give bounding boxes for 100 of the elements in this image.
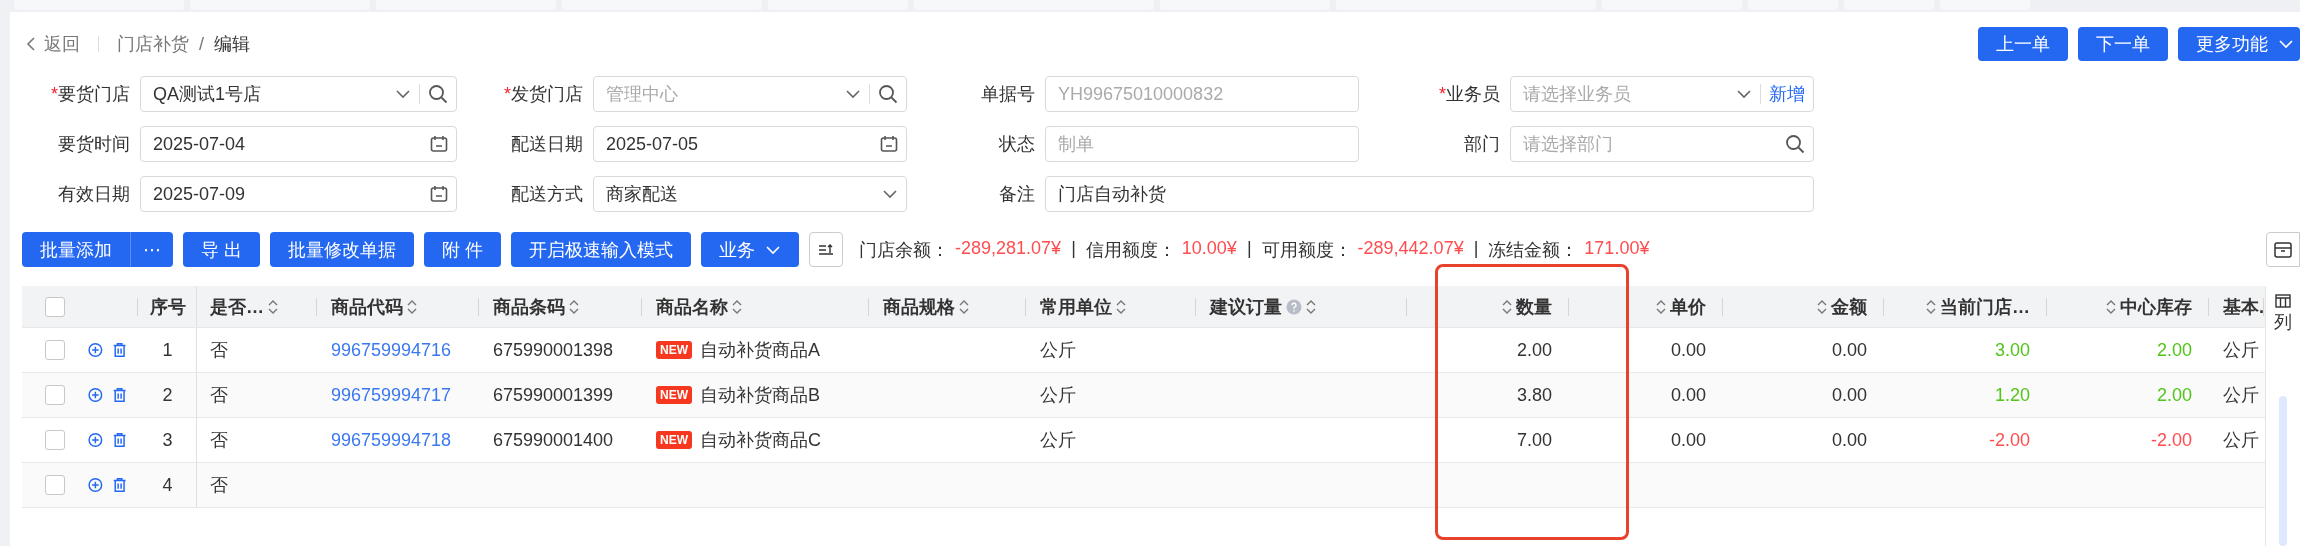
table-cell-text: 否 xyxy=(210,429,228,452)
breadcrumb-current: 编辑 xyxy=(214,33,250,56)
column-header[interactable]: 是否… xyxy=(210,294,264,319)
table-cell-text: 公斤 xyxy=(1040,429,1076,452)
column-header[interactable]: 商品条码 xyxy=(493,294,565,319)
table-cell: 4 xyxy=(162,474,173,496)
dropdown-button[interactable]: 业务 xyxy=(701,232,800,267)
toolbar-button[interactable]: 批量修改单据 xyxy=(270,232,414,267)
search-field[interactable]: 请选择部门 xyxy=(1510,126,1814,162)
input-field[interactable]: 门店自动补货 xyxy=(1045,176,1814,212)
select-field[interactable]: QA测试1号店 xyxy=(140,76,457,112)
table-cell: 0.00 xyxy=(1670,429,1706,451)
nav-button[interactable]: 上一单 xyxy=(1978,27,2068,61)
table-cell-text: 公斤 xyxy=(1040,384,1076,407)
new-badge: NEW xyxy=(656,386,692,404)
summary-value: 10.00¥ xyxy=(1181,237,1237,260)
more-functions-button[interactable]: 更多功能 xyxy=(2178,27,2300,61)
table-cell: 2 xyxy=(162,384,173,406)
table-cell: 1.20 xyxy=(1994,384,2030,406)
field-label: 配送方式 xyxy=(511,183,583,206)
column-header: 序号 xyxy=(149,295,186,319)
text-input[interactable]: 管理中心 xyxy=(606,83,837,105)
text-input[interactable]: 请选择业务员 xyxy=(1523,83,1728,105)
field-label: 备注 xyxy=(999,183,1035,206)
table-cell: -2.00 xyxy=(2150,429,2192,451)
toolbar-button[interactable]: 导 出 xyxy=(183,232,260,267)
table-cell-text: 自动补货商品B xyxy=(700,384,820,407)
table-cell: 675990001398 xyxy=(493,339,614,361)
text-input[interactable]: 门店自动补货 xyxy=(1058,183,1805,205)
table-cell: -2.00 xyxy=(1988,429,2030,451)
column-header[interactable]: 单价 xyxy=(1670,294,1706,319)
text-input[interactable]: 2025-07-09 xyxy=(153,183,422,205)
batch-add-button[interactable]: 批量添加 xyxy=(22,232,131,267)
text-input[interactable]: 2025-07-05 xyxy=(606,133,872,155)
text-input[interactable]: YH99675010000832 xyxy=(1058,83,1350,105)
product-code-link[interactable]: 996759994718 xyxy=(331,429,452,451)
separator: | xyxy=(1071,237,1076,260)
column-settings-label[interactable]: 列 xyxy=(2274,310,2292,334)
field-label: 单据号 xyxy=(981,83,1035,106)
field-label: 部门 xyxy=(1464,133,1500,156)
column-header[interactable]: 商品代码 xyxy=(331,294,403,319)
table-cell: 7.00 xyxy=(1516,429,1552,451)
table-cell: 675990001400 xyxy=(493,429,614,451)
table-cell-text: 公斤 xyxy=(1040,339,1076,362)
product-code-link[interactable]: 996759994717 xyxy=(331,384,452,406)
field-label: 状态 xyxy=(999,133,1035,156)
product-code-link[interactable]: 996759994716 xyxy=(331,339,452,361)
column-header[interactable]: 中心库存 xyxy=(2120,294,2192,319)
more-button[interactable]: ⋯ xyxy=(131,232,173,267)
new-badge: NEW xyxy=(656,341,692,359)
select-field[interactable]: 请选择业务员 新增 xyxy=(1510,76,1814,112)
input-field[interactable]: YH99675010000832 xyxy=(1045,76,1359,112)
text-input[interactable]: 商家配送 xyxy=(606,183,874,205)
field-label: *业务员 xyxy=(1439,83,1500,106)
text-input[interactable]: 请选择部门 xyxy=(1523,133,1777,155)
table-cell: 3.80 xyxy=(1516,384,1552,406)
table-cell-text: 公斤 xyxy=(2223,429,2259,452)
select-field[interactable]: 商家配送 xyxy=(593,176,907,212)
new-badge: NEW xyxy=(656,431,692,449)
date-field[interactable]: 2025-07-09 xyxy=(140,176,457,212)
table-cell: 0.00 xyxy=(1831,384,1867,406)
table-cell-text: 自动补货商品C xyxy=(700,429,821,452)
summary-value: -289,281.07¥ xyxy=(955,237,1062,260)
table-cell: 2.00 xyxy=(2156,339,2192,361)
table-cell-text: 自动补货商品A xyxy=(700,339,820,362)
date-field[interactable]: 2025-07-05 xyxy=(593,126,907,162)
input-field[interactable]: 制单 xyxy=(1045,126,1359,162)
summary-value: -289,442.07¥ xyxy=(1357,237,1464,260)
nav-button[interactable]: 下一单 xyxy=(2078,27,2168,61)
breadcrumb-separator: / xyxy=(199,33,204,55)
table-cell: 3.00 xyxy=(1994,339,2030,361)
table-cell: 0.00 xyxy=(1831,339,1867,361)
column-header[interactable]: 当前门店… xyxy=(1940,294,2030,319)
separator: | xyxy=(1246,237,1252,260)
date-field[interactable]: 2025-07-04 xyxy=(140,126,457,162)
table-cell: 3 xyxy=(162,429,173,451)
column-header[interactable]: 商品名称 xyxy=(656,294,728,319)
toolbar-button[interactable]: 开启极速输入模式 xyxy=(511,232,692,267)
summary-label: 门店余额： xyxy=(859,238,950,262)
back-link[interactable]: 返回 xyxy=(26,32,80,56)
text-input[interactable]: QA测试1号店 xyxy=(153,83,387,105)
text-input[interactable]: 2025-07-04 xyxy=(153,133,422,155)
table-cell-text: 否 xyxy=(210,384,228,407)
add-link[interactable]: 新增 xyxy=(1769,82,1805,106)
table-cell: 2.00 xyxy=(2156,384,2192,406)
table-cell: 1 xyxy=(162,339,173,361)
select-field[interactable]: 管理中心 xyxy=(593,76,907,112)
table-cell-text: 公斤 xyxy=(2223,339,2259,362)
breadcrumb-link[interactable]: 门店补货 xyxy=(117,32,189,56)
table-cell-text: 否 xyxy=(210,339,228,362)
column-header[interactable]: 常用单位 xyxy=(1040,294,1112,319)
toolbar-button[interactable]: 附 件 xyxy=(424,232,502,267)
table-cell: 0.00 xyxy=(1670,384,1706,406)
column-header[interactable]: 商品规格 xyxy=(883,294,955,319)
column-header[interactable]: 建议订量 xyxy=(1210,294,1282,319)
separator: | xyxy=(1473,237,1479,260)
field-label: 有效日期 xyxy=(58,183,130,206)
text-input[interactable]: 制单 xyxy=(1058,133,1350,155)
column-header[interactable]: 金额 xyxy=(1831,294,1867,319)
column-header[interactable]: 数量 xyxy=(1516,294,1552,319)
